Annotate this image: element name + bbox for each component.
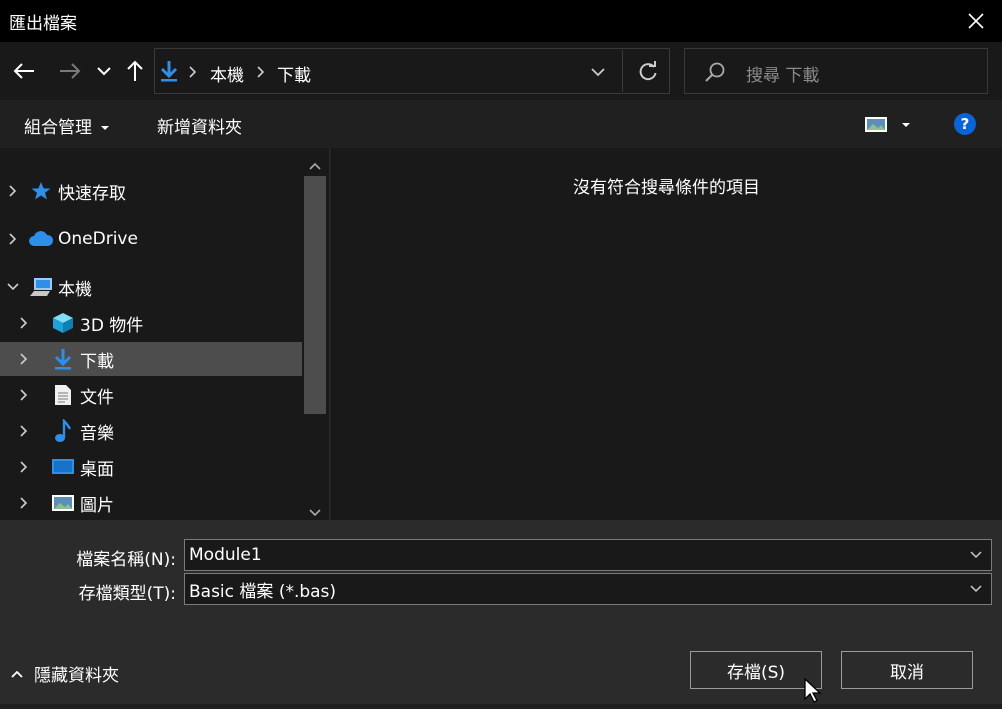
chevron-down-icon[interactable] [961, 550, 991, 560]
download-icon [48, 348, 78, 370]
filetype-value: Basic 檔案 (*.bas) [189, 581, 337, 602]
chevron-up-icon [309, 162, 321, 170]
new-folder-button[interactable]: 新增資料夾 [157, 113, 242, 138]
help-icon: ? [960, 115, 970, 133]
nav-item-label: 快速存取 [58, 183, 126, 204]
download-location-icon [160, 60, 178, 87]
save-button[interactable]: 存檔(S) [690, 651, 822, 689]
file-list-area[interactable] [331, 148, 1002, 520]
nav-item-downloads[interactable]: 下載 [0, 342, 302, 376]
window-title: 匯出檔案 [9, 14, 77, 34]
arrow-up-icon [127, 60, 143, 81]
cloud-icon [26, 230, 56, 248]
up-button[interactable] [121, 57, 149, 85]
view-options-button[interactable] [864, 116, 912, 139]
nav-item-pictures[interactable]: 圖片 [0, 486, 302, 520]
nav-item-music[interactable]: 音樂 [0, 414, 302, 448]
close-icon [968, 13, 984, 29]
chevron-down-icon [97, 67, 111, 76]
chevron-right-icon [9, 185, 17, 197]
nav-item-label: 音樂 [80, 423, 114, 444]
nav-item-desktop[interactable]: 桌面 [0, 450, 302, 484]
help-button[interactable]: ? [954, 113, 976, 135]
nav-item-quick-access[interactable]: 快速存取 [0, 174, 302, 208]
nav-item-onedrive[interactable]: OneDrive [0, 222, 302, 256]
computer-icon [26, 277, 56, 297]
chevron-right-icon [20, 497, 28, 509]
close-button[interactable] [956, 0, 996, 42]
breadcrumb-this-pc[interactable]: 本機 [210, 61, 244, 86]
mouse-cursor-icon [804, 677, 824, 709]
cube-icon [48, 312, 78, 334]
nav-item-label: 圖片 [80, 495, 114, 516]
title-bar [0, 0, 1002, 42]
caret-down-icon [101, 126, 110, 130]
organize-label: 組合管理 [24, 118, 92, 138]
search-input[interactable] [684, 48, 988, 94]
nav-item-3d-objects[interactable]: 3D 物件 [0, 306, 302, 340]
music-icon [48, 419, 78, 443]
chevron-right-icon [20, 353, 28, 365]
empty-message: 沒有符合搜尋條件的項目 [573, 178, 760, 198]
chevron-down-icon [7, 283, 19, 291]
chevron-down-icon[interactable] [961, 584, 991, 594]
filename-label: 檔案名稱(N): [76, 550, 176, 570]
nav-item-label: 文件 [80, 387, 114, 408]
refresh-icon [639, 61, 657, 81]
nav-item-label: 本機 [58, 279, 92, 300]
address-history-button[interactable] [590, 64, 606, 84]
refresh-button[interactable] [637, 61, 659, 88]
hide-folders-toggle[interactable]: 隱藏資料夾 [10, 661, 119, 686]
chevron-down-icon [309, 509, 321, 517]
pictures-icon [48, 494, 78, 512]
chevron-right-icon [9, 233, 17, 245]
chevron-right-icon [20, 461, 28, 473]
breadcrumb-separator-icon [188, 64, 198, 84]
filetype-select[interactable]: Basic 檔案 (*.bas) [184, 573, 992, 605]
nav-item-label: 3D 物件 [80, 315, 144, 336]
back-button[interactable] [10, 57, 38, 85]
command-bar [0, 100, 1002, 148]
address-divider [622, 50, 623, 92]
nav-item-documents[interactable]: 文件 [0, 378, 302, 412]
arrow-left-icon [13, 63, 34, 79]
star-icon [26, 181, 56, 201]
filename-field[interactable]: Module1 [184, 539, 992, 571]
nav-item-this-pc[interactable]: 本機 [0, 270, 302, 304]
search-icon [704, 61, 726, 88]
chevron-down-icon [591, 68, 605, 77]
filetype-label: 存檔類型(T): [78, 584, 176, 604]
breadcrumb-downloads[interactable]: 下載 [277, 61, 311, 86]
chevron-right-icon [20, 389, 28, 401]
nav-item-label: 下載 [80, 351, 114, 372]
chevron-up-icon [11, 670, 23, 678]
breadcrumb-separator-icon [256, 64, 266, 84]
nav-item-label: OneDrive [58, 229, 138, 249]
chevron-right-icon [20, 317, 28, 329]
scroll-up-button[interactable] [308, 156, 322, 176]
scroll-thumb[interactable] [304, 176, 326, 414]
document-icon [48, 384, 78, 406]
organize-button[interactable]: 組合管理 [24, 113, 111, 138]
hide-folders-label: 隱藏資料夾 [34, 666, 119, 686]
view-icon [865, 117, 910, 132]
search-placeholder: 搜尋 下載 [746, 66, 820, 86]
arrow-right-icon [60, 63, 81, 79]
recent-locations-button[interactable] [90, 57, 118, 85]
chevron-right-icon [20, 425, 28, 437]
desktop-icon [48, 458, 78, 476]
forward-button[interactable] [56, 57, 84, 85]
nav-item-label: 桌面 [80, 459, 114, 480]
cancel-button[interactable]: 取消 [841, 651, 973, 689]
filename-value: Module1 [189, 545, 262, 565]
